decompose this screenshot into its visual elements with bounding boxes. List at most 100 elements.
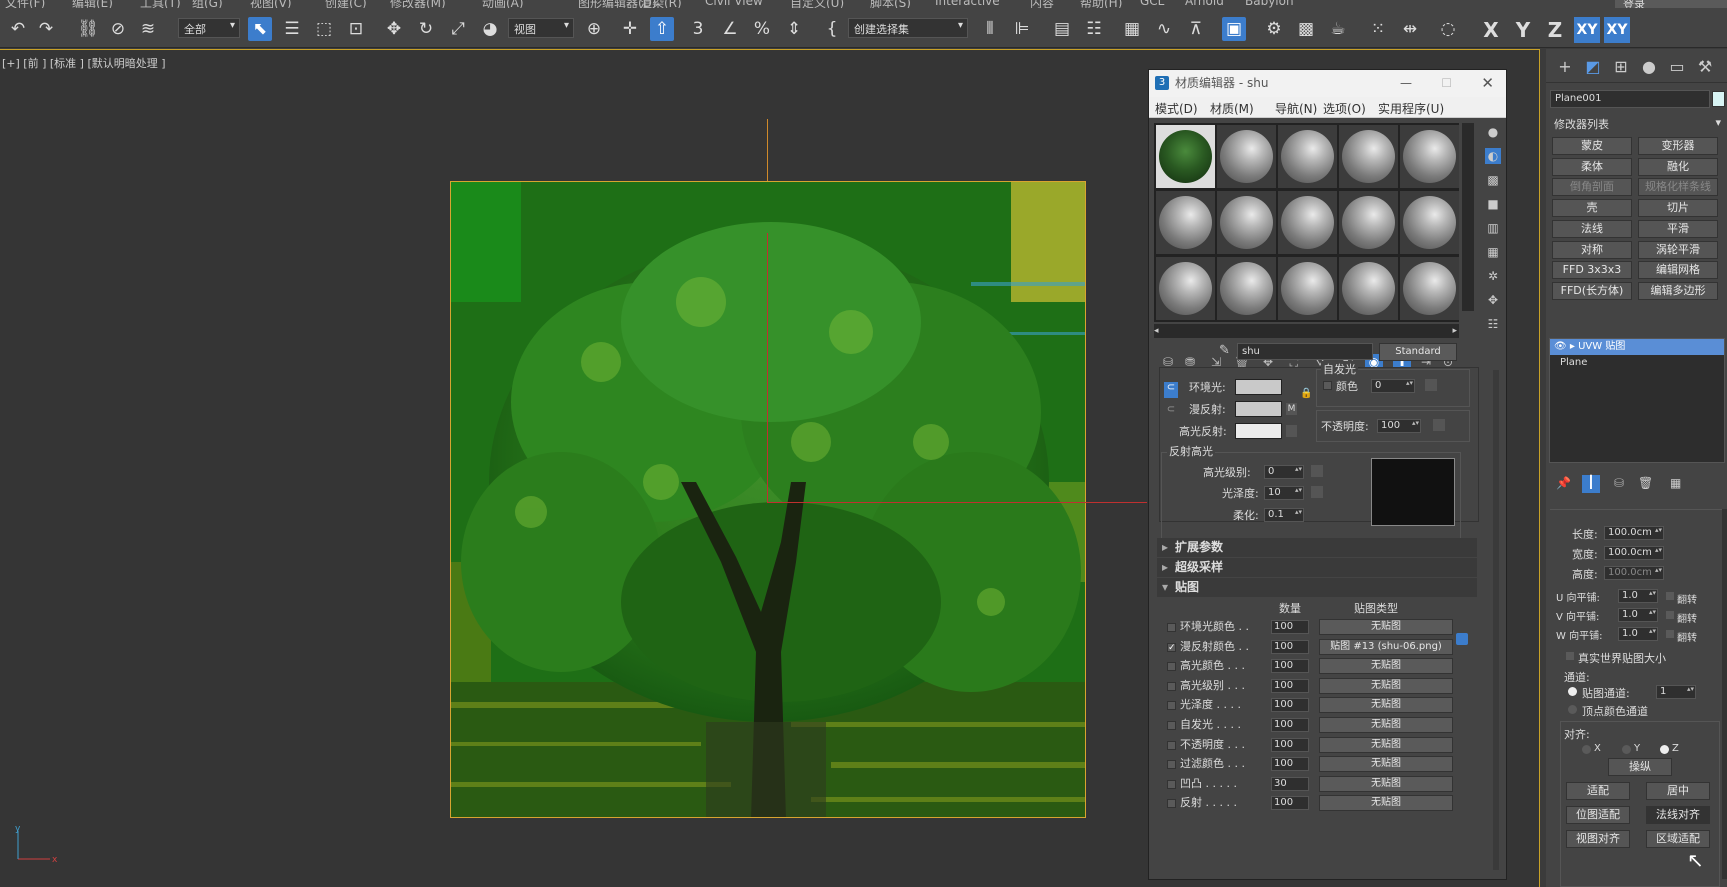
material-sample-slot[interactable] (1400, 257, 1459, 320)
maximize-icon[interactable]: ☐ (1441, 70, 1452, 97)
material-sample-slot[interactable] (1278, 257, 1337, 320)
modifier-button[interactable]: 壳 (1552, 199, 1632, 218)
render-setup-icon[interactable]: ⚙ (1262, 17, 1286, 41)
expand-arrow-icon[interactable]: ▸ (1570, 341, 1575, 352)
make-unique-stack-icon[interactable]: ⛁ (1614, 476, 1624, 490)
menu-item[interactable]: 帮助(H) (1080, 0, 1122, 8)
modifier-button[interactable]: FFD 3x3x3 (1552, 261, 1632, 280)
selection-region-icon[interactable]: ◌ (1436, 17, 1460, 41)
modifier-button[interactable]: 涡轮平滑 (1638, 240, 1718, 259)
options-icon[interactable]: ✲ (1485, 268, 1501, 284)
axis-xy-button[interactable]: XY (1574, 17, 1600, 43)
v-flip-checkbox[interactable] (1666, 611, 1674, 619)
material-sample-slot[interactable] (1217, 257, 1276, 320)
command-panel-scrollbar[interactable] (1722, 509, 1727, 879)
move-icon[interactable]: ✥ (382, 17, 406, 41)
map-link-icon[interactable] (1456, 633, 1468, 645)
menu-item[interactable]: 脚本(S) (870, 0, 911, 8)
map-amount-spinner[interactable]: 100 (1271, 757, 1309, 772)
diffuse-map-button[interactable]: M (1286, 403, 1297, 415)
modifier-button[interactable]: 编辑多边形 (1638, 281, 1718, 300)
self-illum-map-button[interactable] (1425, 379, 1437, 391)
material-sample-slot[interactable] (1339, 191, 1398, 254)
visibility-eye-icon[interactable]: 👁 (1554, 341, 1567, 352)
height-spinner[interactable]: 100.0cm (1604, 566, 1664, 580)
hierarchy-tab-icon[interactable]: ⊞ (1610, 56, 1632, 78)
menu-item[interactable]: 编辑(E) (72, 0, 113, 8)
u-flip-checkbox[interactable] (1666, 592, 1674, 600)
create-tab-icon[interactable]: + (1554, 56, 1576, 78)
bitmap-fit-button[interactable]: 位图适配 (1566, 806, 1630, 824)
map-enable-checkbox[interactable] (1167, 701, 1176, 711)
view-align-button[interactable]: 视图对齐 (1566, 830, 1630, 848)
modifier-button[interactable]: 融化 (1638, 157, 1718, 176)
utilities-tab-icon[interactable]: ⚒ (1694, 56, 1716, 78)
menu-item[interactable]: 组(G) (192, 0, 223, 8)
toggle-ribbon-icon[interactable]: ☷ (1082, 17, 1106, 41)
menu-item[interactable]: Civil View (705, 0, 763, 8)
opacity-spinner[interactable]: 100 (1377, 419, 1421, 433)
menu-utilities[interactable]: 实用程序(U) (1378, 100, 1444, 117)
sample-type-icon[interactable]: ● (1485, 124, 1501, 140)
menu-item[interactable]: 视图(V) (250, 0, 292, 8)
params-scrollbar[interactable] (1493, 370, 1499, 870)
u-tile-spinner[interactable]: 1.0 (1618, 589, 1658, 603)
modifier-button[interactable]: 倒角剖面 (1552, 178, 1632, 197)
spec-level-spinner[interactable]: 0 (1264, 465, 1304, 479)
bind-spacewarp-icon[interactable]: ≋ (136, 17, 160, 41)
center-button[interactable]: 居中 (1646, 782, 1710, 800)
region-fit-button[interactable]: 区域适配 (1646, 830, 1710, 848)
axis-xy-cycle-button[interactable]: XY (1604, 17, 1630, 43)
menu-material[interactable]: 材质(M) (1210, 100, 1254, 117)
modifier-button[interactable]: 蒙皮 (1552, 137, 1632, 155)
modifier-button[interactable]: 切片 (1638, 199, 1718, 218)
material-editor-icon[interactable]: ▣ (1222, 17, 1246, 41)
map-slot-button[interactable]: 无贴图 (1319, 756, 1453, 773)
select-by-material-icon[interactable]: ✥ (1485, 292, 1501, 308)
map-enable-checkbox[interactable] (1167, 662, 1176, 672)
snaps-toggle-icon[interactable]: 3 (686, 17, 710, 41)
rect-selection-icon[interactable]: ⬚ (312, 17, 336, 41)
map-amount-spinner[interactable]: 30 (1271, 776, 1309, 791)
spinner-snap-icon[interactable]: ⇕ (782, 17, 806, 41)
map-enable-checkbox[interactable] (1167, 799, 1176, 809)
show-end-result-toggle-icon[interactable]: ┃ (1582, 475, 1600, 493)
menu-item[interactable]: 内容 (1030, 0, 1054, 8)
menu-item[interactable]: Babylon (1245, 0, 1294, 8)
select-object-icon[interactable]: ⬉ (248, 17, 272, 41)
modify-tab-icon[interactable]: ◩ (1582, 56, 1604, 78)
map-slot-button[interactable]: 无贴图 (1319, 795, 1453, 812)
menu-navigation[interactable]: 导航(N) (1275, 100, 1317, 117)
array-icon[interactable]: ⇹ (1398, 17, 1422, 41)
object-name-field[interactable]: Plane001 (1550, 90, 1710, 108)
slots-vertical-scrollbar[interactable] (1462, 123, 1474, 311)
video-color-check-icon[interactable]: ▥ (1485, 220, 1501, 236)
mirror-icon[interactable]: ⫴ (978, 17, 1002, 41)
menu-item[interactable]: 修改器(M) (390, 0, 446, 8)
rollout-maps[interactable]: 贴图 (1157, 578, 1477, 597)
minimize-icon[interactable]: — (1400, 70, 1412, 97)
soften-spinner[interactable]: 0.1 (1264, 508, 1304, 522)
specular-map-button[interactable] (1286, 425, 1297, 437)
eyedropper-icon[interactable]: ✎ (1219, 343, 1230, 358)
map-slot-button[interactable]: 贴图 #13 (shu-06.png) (1319, 638, 1453, 655)
select-by-name-icon[interactable]: ☰ (280, 17, 304, 41)
pivot-center-icon[interactable]: ⊕ (582, 17, 606, 41)
normal-align-button[interactable]: 法线对齐 (1646, 806, 1710, 824)
modifier-button[interactable]: 柔体 (1552, 157, 1632, 176)
map-amount-spinner[interactable]: 100 (1271, 796, 1309, 811)
width-spinner[interactable]: 100.0cm (1604, 546, 1664, 560)
modifier-button[interactable]: FFD(长方体) (1552, 281, 1632, 300)
manipulate-button[interactable]: 操纵 (1608, 758, 1672, 776)
link-icon[interactable]: ⛓ (76, 17, 100, 41)
stack-item-uvw-map[interactable]: 👁 ▸ UVW 贴图 (1550, 339, 1724, 355)
menu-item[interactable]: 工具(T) (140, 0, 181, 8)
map-enable-checkbox[interactable] (1167, 760, 1176, 770)
menu-item[interactable]: 文件(F) (5, 0, 45, 8)
padlock-icon[interactable]: 🔒 (1300, 388, 1312, 399)
map-slot-button[interactable]: 无贴图 (1319, 717, 1453, 733)
material-type-button[interactable]: Standard (1379, 343, 1457, 361)
modifier-button[interactable]: 法线 (1552, 219, 1632, 238)
scene-explorer-icon[interactable]: ▦ (1120, 17, 1144, 41)
angle-snap-icon[interactable]: ∠ (718, 17, 742, 41)
